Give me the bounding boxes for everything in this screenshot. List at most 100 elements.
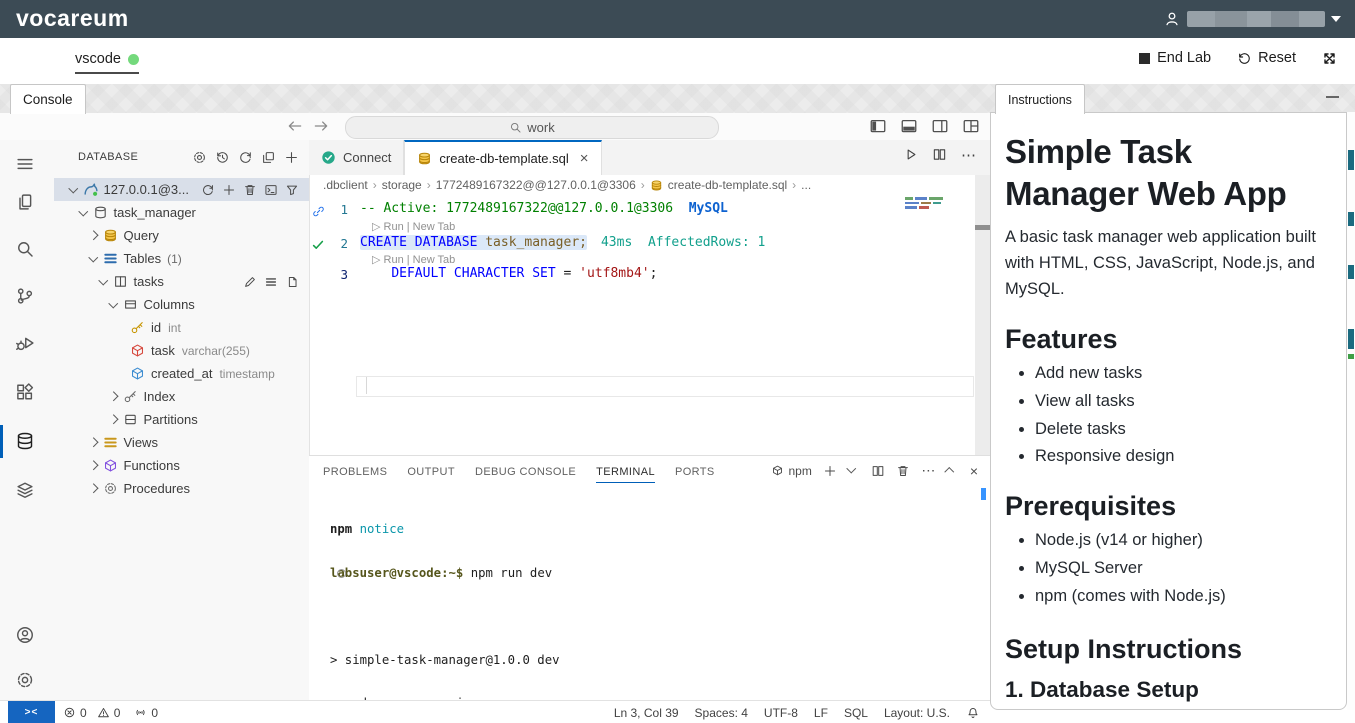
toggle-secondary-sidebar-button[interactable] [931,117,949,135]
editor-scrollbar-handle[interactable] [975,225,990,230]
breadcrumb-item[interactable]: 1772489167322@@127.0.0.1@3306 [436,178,636,192]
settings-button[interactable] [15,670,35,690]
breadcrumb-item[interactable]: ... [801,178,811,192]
connect-tab[interactable]: Connect [309,140,404,175]
fullscreen-button[interactable] [1322,51,1337,66]
instructions-scrollbar[interactable] [1347,112,1355,710]
tab-terminal[interactable]: TERMINAL [596,466,655,483]
table-rows-button[interactable] [264,274,278,290]
run-debug-button[interactable] [15,333,35,353]
table-newquery-button[interactable] [285,274,299,290]
terminal-output[interactable]: npm notice labsuser@vscode:~$ npm run de… [330,493,870,723]
query-icon [103,228,118,243]
tree-item-columns[interactable]: Columns [54,293,309,316]
cursor-position-status[interactable]: Ln 3, Col 39 [614,706,679,720]
panel-more-button[interactable]: ⋯ [921,462,935,479]
connection-terminal-button[interactable] [264,182,278,198]
problems-status[interactable]: 0 0 [63,706,120,720]
terminal-profile-dropdown[interactable] [846,464,855,473]
encoding-status[interactable]: UTF-8 [764,706,798,720]
tree-item-functions[interactable]: Functions [54,454,309,477]
tree-item-column-task[interactable]: task varchar(255) [54,339,309,362]
accounts-button[interactable] [15,625,35,645]
more-actions-button[interactable]: ⋯ [961,146,976,164]
search-view-button[interactable] [15,239,35,259]
run-file-button[interactable] [903,146,918,164]
connection-link-gutter-icon[interactable] [312,203,325,221]
instructions-tab[interactable]: Instructions [995,84,1085,114]
close-panel-button[interactable]: × [970,463,978,479]
connection-refresh-button[interactable] [201,182,215,198]
workspace-tab-vscode[interactable]: vscode [75,51,139,74]
tab-problems[interactable]: PROBLEMS [323,466,387,478]
tab-ports[interactable]: PORTS [675,466,715,478]
minimize-instructions-button[interactable] [1326,96,1339,98]
tree-item-task-manager-db[interactable]: task_manager [54,201,309,224]
breadcrumb-item[interactable]: .dbclient [323,178,368,192]
tree-item-tasks-table[interactable]: tasks [54,270,309,293]
user-menu[interactable] [1163,10,1341,28]
tree-item-index[interactable]: Index [54,385,309,408]
shell-profile[interactable]: npm [771,464,811,478]
tree-item-connection[interactable]: 127.0.0.1@3... [54,178,309,201]
code-line-2[interactable]: CREATE DATABASE task_manager;43ms Affect… [360,235,765,250]
tree-item-tables[interactable]: Tables (1) [54,247,309,270]
tab-debug-console[interactable]: DEBUG CONSOLE [475,466,576,478]
navigate-forward-button[interactable] [312,117,330,135]
extensions-button[interactable] [15,382,35,402]
keyboard-layout-status[interactable]: Layout: U.S. [884,706,950,720]
db-history-button[interactable] [215,149,230,167]
db-settings-button[interactable] [192,149,207,167]
maximize-panel-button[interactable] [945,467,954,476]
customize-layout-button[interactable] [962,117,980,135]
tree-item-column-created-at[interactable]: created_at timestamp [54,362,309,385]
db-collapse-button[interactable] [261,149,276,167]
indentation-status[interactable]: Spaces: 4 [695,706,748,720]
ports-status[interactable]: 0 [134,706,158,720]
breadcrumb-item[interactable]: create-db-template.sql [668,178,787,192]
code-line-3[interactable]: DEFAULT CHARACTER SET = 'utf8mb4'; [360,266,657,281]
breadcrumb-item[interactable]: storage [382,178,422,192]
split-terminal-button[interactable] [871,463,885,478]
new-terminal-button[interactable] [823,463,837,478]
tree-item-query[interactable]: Query [54,224,309,247]
explorer-button[interactable] [15,192,35,212]
layers-extension-button[interactable] [15,480,35,500]
minimap[interactable] [905,197,947,211]
console-tab[interactable]: Console [10,84,86,114]
command-search-box[interactable]: work [345,116,719,139]
code-line-1[interactable]: -- Active: 1772489167322@@127.0.0.1@3306… [360,201,728,216]
menu-button[interactable] [15,154,35,174]
tree-item-column-id[interactable]: id int [54,316,309,339]
tree-item-partitions[interactable]: Partitions [54,408,309,431]
source-control-button[interactable] [15,286,35,306]
notifications-button[interactable] [966,705,980,720]
navigate-back-button[interactable] [286,117,304,135]
connection-add-button[interactable] [222,182,236,198]
tree-item-procedures[interactable]: Procedures [54,477,309,500]
codelens-run[interactable]: ▷ Run | New Tab [372,253,455,266]
database-view-button[interactable] [15,431,35,451]
tab-output[interactable]: OUTPUT [407,466,455,478]
plus-icon [284,150,299,165]
kill-terminal-button[interactable] [896,463,910,478]
remote-indicator[interactable]: >< [8,701,55,723]
split-editor-button[interactable] [932,146,947,164]
connection-filter-button[interactable] [285,182,299,198]
connection-delete-button[interactable] [243,182,257,198]
toggle-panel-button[interactable] [900,117,918,135]
codelens-run[interactable]: ▷ Run | New Tab [372,220,455,233]
tree-item-views[interactable]: Views [54,431,309,454]
terminal-scrollbar-handle[interactable] [981,488,986,500]
reset-button[interactable]: Reset [1237,50,1296,66]
language-status[interactable]: SQL [844,706,868,720]
eol-status[interactable]: LF [814,706,828,720]
end-lab-button[interactable]: End Lab [1139,50,1211,66]
db-add-connection-button[interactable] [284,149,299,167]
file-tab-create-db-template[interactable]: create-db-template.sql × [404,140,601,175]
db-refresh-button[interactable] [238,149,253,167]
warning-icon [97,706,110,719]
toggle-sidebar-button[interactable] [869,117,887,135]
close-icon[interactable]: × [580,150,589,167]
table-edit-button[interactable] [243,274,257,290]
